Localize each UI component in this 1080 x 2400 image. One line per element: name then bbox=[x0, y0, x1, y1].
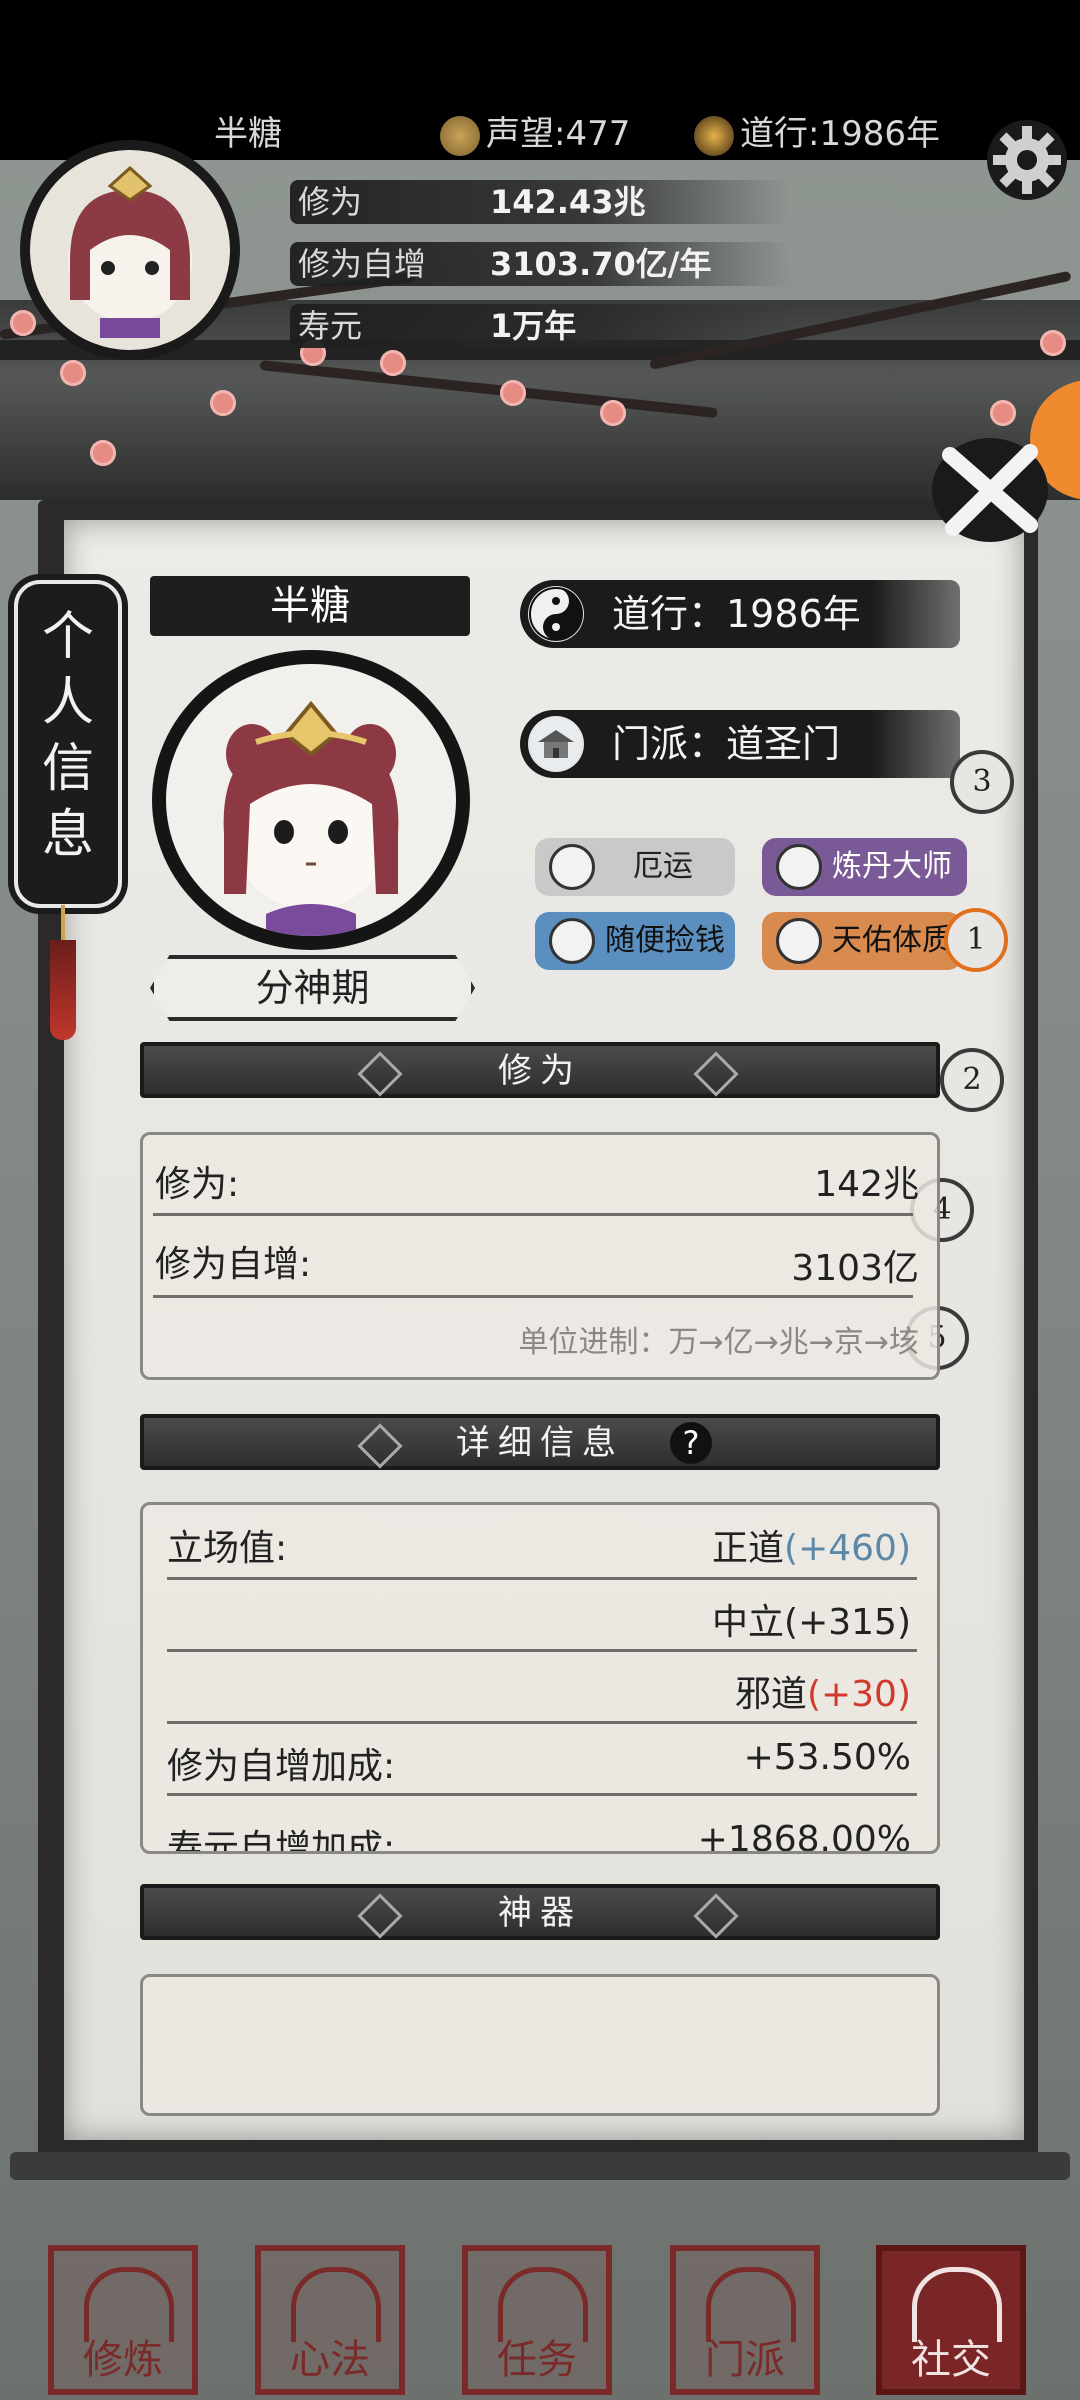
stance-neutral: 中立(+315) bbox=[712, 1602, 911, 1643]
section-title: 神器 bbox=[498, 1893, 582, 1933]
character-portrait-icon bbox=[223, 700, 399, 936]
realm-label: 分神期 bbox=[255, 966, 370, 1010]
header-stat-label: 寿元 bbox=[298, 307, 363, 345]
daoxing-pill: 道行：1986年 bbox=[520, 580, 960, 648]
tassel-cord bbox=[61, 905, 65, 945]
sect-value: 门派：道圣门 bbox=[612, 722, 841, 766]
player-name: 半糖 bbox=[270, 583, 350, 629]
lifespan-bonus-label: 寿元自增加成: bbox=[167, 1828, 396, 1854]
blossom-decoration bbox=[380, 350, 406, 376]
header-stat-value: 1万年 bbox=[490, 307, 577, 345]
scroll-icon bbox=[776, 844, 822, 890]
header-stat-label: 修为 bbox=[298, 183, 363, 221]
divider bbox=[153, 1295, 913, 1298]
reputation-stat: 声望:477 bbox=[440, 110, 630, 158]
trait-tag[interactable]: 随便捡钱 bbox=[535, 912, 735, 970]
panel-base bbox=[10, 2152, 1070, 2180]
reputation-coin-icon bbox=[440, 115, 480, 156]
close-icon[interactable] bbox=[925, 430, 1055, 550]
trait-tag[interactable]: 炼丹大师 bbox=[762, 838, 967, 896]
unit-note: 单位进制：万→亿→兆→京→垓 bbox=[518, 1325, 919, 1360]
section-header-artifact: 神器 bbox=[140, 1884, 940, 1940]
taiji-icon bbox=[528, 586, 584, 642]
header-stat-label: 修为自增 bbox=[298, 245, 427, 283]
blossom-decoration bbox=[60, 360, 86, 386]
growth-bonus-value: +53.50% bbox=[743, 1737, 911, 1778]
header-stat-value: 3103.70亿/年 bbox=[490, 245, 712, 283]
trait-tag[interactable]: 天佑体质 bbox=[762, 912, 962, 970]
nav-social-button[interactable]: 社交 bbox=[876, 2245, 1026, 2395]
nav-label: 社交 bbox=[911, 2337, 991, 2383]
stance-label: 立场值: bbox=[167, 1528, 288, 1569]
nav-label: 心法 bbox=[290, 2337, 370, 2383]
stance-evil: 邪道(+30) bbox=[734, 1674, 911, 1715]
settings-gear-icon[interactable] bbox=[985, 118, 1069, 202]
fist-icon bbox=[549, 918, 595, 964]
tassel-decoration bbox=[50, 940, 76, 1040]
taiji-icon bbox=[694, 115, 734, 156]
cultivation-box: 修为: 142兆 修为自增: 3103亿 单位进制：万→亿→兆→京→垓 bbox=[140, 1132, 940, 1380]
nav-label: 门派 bbox=[705, 2337, 785, 2383]
nav-technique-button[interactable]: 心法 bbox=[255, 2245, 405, 2395]
daoxing-value: 道行：1986年 bbox=[612, 592, 861, 636]
blossom-decoration bbox=[500, 380, 526, 406]
avatar-character-icon bbox=[68, 165, 192, 338]
trait-label: 随便捡钱 bbox=[605, 923, 725, 958]
cultivation-value: 142兆 bbox=[814, 1164, 919, 1205]
fist-icon bbox=[776, 918, 822, 964]
cultivation-label: 修为: bbox=[155, 1164, 240, 1205]
section-header-cultivation: 修为 bbox=[140, 1042, 940, 1098]
sect-hall-icon bbox=[528, 716, 584, 772]
blossom-decoration bbox=[1040, 330, 1066, 356]
stance-righteous: 正道(+460) bbox=[712, 1528, 911, 1569]
tutorial-badge[interactable]: 3 bbox=[950, 750, 1014, 814]
trait-label: 炼丹大师 bbox=[832, 849, 952, 884]
player-avatar[interactable] bbox=[20, 140, 240, 360]
nav-sect-button[interactable]: 门派 bbox=[670, 2245, 820, 2395]
cultivation-growth-value: 3103亿 bbox=[791, 1248, 919, 1289]
daoxing-text: 道行:1986年 bbox=[740, 114, 940, 154]
trait-label: 天佑体质 bbox=[832, 923, 952, 958]
help-icon[interactable]: ? bbox=[670, 1422, 712, 1464]
tab-personal-info[interactable]: 个人信息 bbox=[14, 580, 122, 908]
nav-cultivate-button[interactable]: 修炼 bbox=[48, 2245, 198, 2395]
nav-label: 修炼 bbox=[83, 2337, 163, 2383]
growth-bonus-label: 修为自增加成: bbox=[167, 1746, 396, 1787]
divider bbox=[167, 1793, 917, 1796]
blossom-decoration bbox=[990, 400, 1016, 426]
divider bbox=[167, 1721, 917, 1724]
section-title: 修为 bbox=[498, 1051, 582, 1091]
blossom-decoration bbox=[210, 390, 236, 416]
trait-label: 厄运 bbox=[633, 849, 693, 884]
divider bbox=[153, 1213, 913, 1216]
section-header-details: 详细信息 ? bbox=[140, 1414, 940, 1470]
tutorial-badge[interactable]: 2 bbox=[940, 1048, 1004, 1112]
nav-task-button[interactable]: 任务 bbox=[462, 2245, 612, 2395]
lifespan-bonus-value: +1868.00% bbox=[697, 1819, 911, 1854]
header-stat-growth: 修为自增 3103.70亿/年 bbox=[290, 238, 810, 290]
side-tab-label: 个人信息 bbox=[41, 607, 94, 865]
reputation-text: 声望:477 bbox=[486, 114, 631, 154]
daoxing-stat: 道行:1986年 bbox=[694, 110, 940, 158]
artifact-box bbox=[140, 1974, 940, 2116]
blossom-decoration bbox=[10, 310, 36, 336]
details-box: 立场值: 正道(+460) 中立(+315) 邪道(+30) 修为自增加成: +… bbox=[140, 1502, 940, 1854]
trait-tag[interactable]: 厄运 bbox=[535, 838, 735, 896]
player-portrait bbox=[152, 650, 470, 950]
tutorial-badge[interactable]: 1 bbox=[944, 908, 1008, 972]
blossom-decoration bbox=[90, 440, 116, 466]
nav-label: 任务 bbox=[497, 2337, 577, 2383]
scroll-icon bbox=[549, 844, 595, 890]
blossom-decoration bbox=[600, 400, 626, 426]
sect-pill[interactable]: 门派：道圣门 bbox=[520, 710, 960, 778]
divider bbox=[167, 1577, 917, 1580]
header-stat-lifespan: 寿元 1万年 bbox=[290, 300, 810, 352]
section-title: 详细信息 bbox=[456, 1423, 624, 1463]
divider bbox=[167, 1649, 917, 1652]
header-stat-cultivation: 修为 142.43兆 bbox=[290, 176, 810, 228]
top-player-name: 半糖 bbox=[214, 114, 282, 154]
header-stat-value: 142.43兆 bbox=[490, 183, 646, 221]
cultivation-growth-label: 修为自增: bbox=[155, 1244, 312, 1285]
